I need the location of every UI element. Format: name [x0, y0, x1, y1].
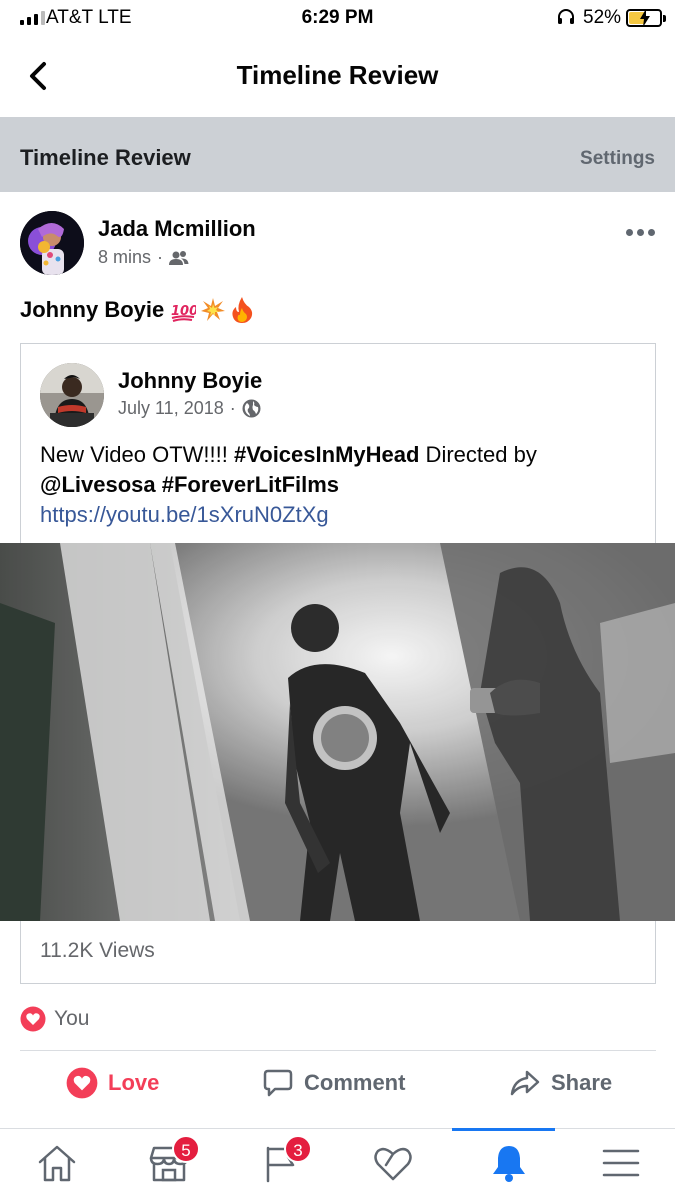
reactions-summary[interactable]: You	[20, 1006, 89, 1032]
post-author[interactable]: Jada Mcmillion	[98, 216, 256, 242]
hashtag-link[interactable]: #ForeverLitFilms	[162, 472, 339, 497]
tab-dating[interactable]	[336, 1129, 448, 1200]
share-button[interactable]: Share	[509, 1067, 612, 1099]
avatar[interactable]	[40, 363, 104, 427]
active-tab-indicator	[452, 1128, 555, 1131]
bottom-tab-bar: 5 3	[0, 1128, 675, 1200]
comment-label: Comment	[304, 1070, 406, 1095]
divider	[20, 1050, 656, 1051]
share-label: Share	[551, 1070, 613, 1095]
video-thumbnail[interactable]	[0, 543, 675, 921]
dating-heart-icon	[374, 1147, 412, 1181]
tab-pages[interactable]: 3	[224, 1129, 336, 1200]
love-button[interactable]: Love	[66, 1067, 159, 1099]
reactions-text: You	[54, 1007, 90, 1030]
love-reaction-icon	[66, 1067, 98, 1099]
section-header: Timeline Review Settings	[0, 117, 675, 192]
shared-meta: July 11, 2018 ·	[118, 398, 261, 419]
fire-icon	[232, 297, 253, 323]
meta-separator: ·	[229, 398, 236, 418]
shared-text: New Video OTW!!!! #VoicesInMyHead Direct…	[40, 440, 640, 530]
avatar[interactable]	[20, 211, 84, 275]
post-meta: 8 mins ·	[98, 247, 189, 268]
collision-icon	[201, 298, 226, 321]
shared-date[interactable]: July 11, 2018	[118, 398, 224, 419]
status-bar: AT&T LTE 6:29 PM 52%	[0, 0, 675, 36]
post-actions: Love Comment Share	[0, 1055, 675, 1115]
post-text: Johnny Boyie	[20, 297, 165, 322]
notification-badge: 3	[284, 1135, 312, 1163]
menu-icon	[602, 1149, 640, 1177]
comment-button[interactable]: Comment	[262, 1067, 405, 1099]
video-url-link[interactable]: https://youtu.be/1sXruN0ZtXg	[40, 502, 329, 527]
love-label: Love	[108, 1070, 160, 1095]
post-body: Johnny Boyie 100	[20, 296, 254, 324]
hashtag-link[interactable]: #VoicesInMyHead	[234, 442, 419, 467]
shared-text-prefix: New Video OTW!!!!	[40, 442, 234, 467]
shared-author[interactable]: Johnny Boyie	[118, 368, 262, 394]
friends-icon	[169, 250, 189, 265]
tab-marketplace[interactable]: 5	[112, 1129, 224, 1200]
shared-text-middle: Directed by	[419, 442, 537, 467]
meta-separator: ·	[157, 247, 164, 267]
section-title: Timeline Review	[20, 145, 191, 170]
notifications-bell-icon	[493, 1146, 525, 1182]
mention-link[interactable]: @Livesosa	[40, 472, 156, 497]
battery-percent: 52%	[583, 7, 622, 28]
love-reaction-icon	[20, 1006, 46, 1032]
view-count: 11.2K Views	[40, 939, 155, 962]
page-title: Timeline Review	[236, 60, 439, 90]
nav-header: Timeline Review	[0, 36, 675, 116]
share-icon	[510, 1070, 540, 1096]
tab-home[interactable]	[0, 1129, 112, 1200]
hundred-points-icon: 100	[171, 304, 196, 322]
settings-button[interactable]: Settings	[580, 148, 655, 170]
tab-menu[interactable]	[564, 1129, 675, 1200]
comment-icon	[263, 1069, 293, 1097]
globe-icon	[242, 399, 261, 418]
post-time[interactable]: 8 mins	[98, 247, 151, 268]
more-options-icon[interactable]	[626, 224, 658, 240]
notification-badge: 5	[172, 1135, 200, 1163]
home-icon	[38, 1145, 76, 1182]
headphones-icon	[558, 9, 574, 24]
tab-notifications[interactable]	[452, 1128, 564, 1200]
battery-icon	[626, 9, 662, 27]
